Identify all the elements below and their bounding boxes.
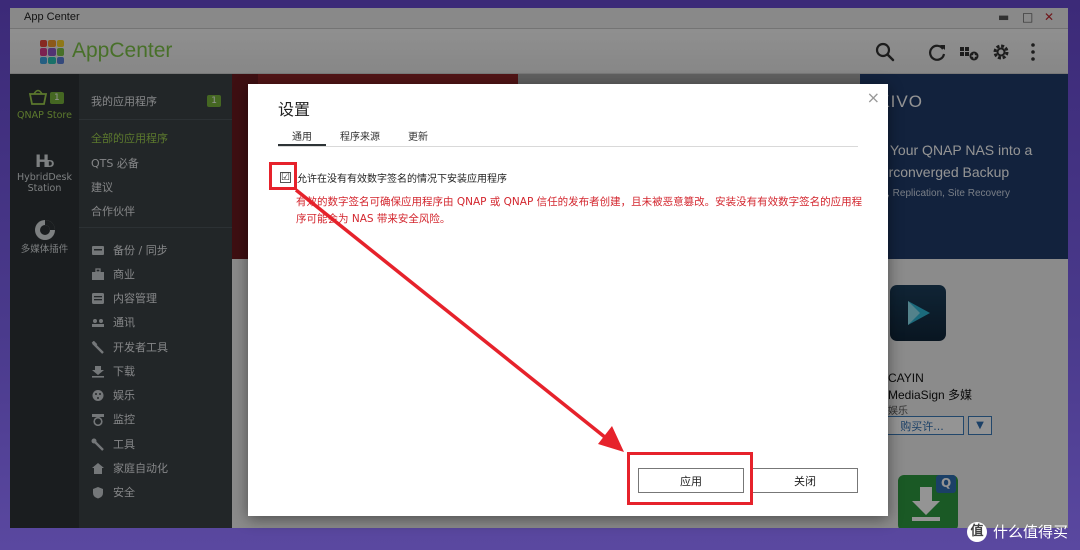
watermark-logo-icon: 值 [966, 521, 987, 542]
watermark-text: 什么值得买 [992, 523, 1068, 541]
annotation-arrow [294, 188, 624, 452]
site-watermark: 值 什么值得买 [966, 521, 1068, 542]
